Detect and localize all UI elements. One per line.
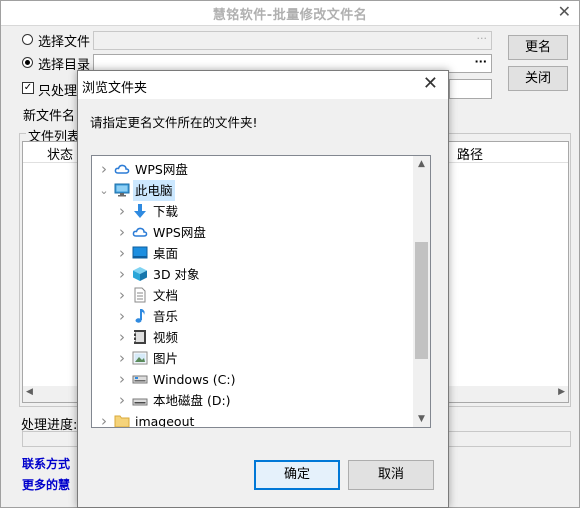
scroll-down-icon[interactable]: ▼ — [413, 414, 430, 424]
chevron-right-icon[interactable]: › — [116, 327, 128, 348]
chevron-right-icon[interactable]: › — [116, 390, 128, 411]
scroll-up-icon[interactable]: ▲ — [413, 159, 430, 169]
tree-item[interactable]: › 下载 — [92, 201, 414, 222]
desktop-icon — [132, 245, 148, 261]
download-icon — [132, 203, 148, 219]
cube-icon — [132, 266, 148, 282]
contact-link[interactable]: 联系方式 — [22, 455, 70, 472]
tree-item-label: 桌面 — [153, 246, 179, 261]
tree-item-label: 本地磁盘 (D:) — [153, 393, 231, 408]
picture-icon — [132, 350, 148, 366]
tree-item-label: WPS网盘 — [135, 162, 188, 177]
select-dir-radio[interactable] — [22, 57, 33, 68]
computer-icon — [114, 182, 130, 198]
rename-button[interactable]: 更名 — [508, 35, 568, 60]
close-button[interactable]: 关闭 — [508, 66, 568, 91]
tree-item[interactable]: › 3D 对象 — [92, 264, 414, 285]
tree-item-label: 图片 — [153, 351, 179, 366]
chevron-down-icon[interactable]: ⌄ — [98, 180, 110, 201]
tree-item[interactable]: › 文档 — [92, 285, 414, 306]
tree-item-label: 文档 — [153, 288, 179, 303]
chevron-right-icon[interactable]: › — [116, 306, 128, 327]
more-software-link[interactable]: 更多的慧 — [22, 476, 70, 493]
cloud-icon — [114, 161, 130, 177]
tree-item-label: WPS网盘 — [153, 225, 206, 240]
chevron-right-icon[interactable]: › — [116, 243, 128, 264]
chevron-right-icon[interactable]: › — [98, 411, 110, 427]
tree-item[interactable]: › 视频 — [92, 327, 414, 348]
drive-c-icon — [132, 371, 148, 387]
tree-item[interactable]: › 桌面 — [92, 243, 414, 264]
chevron-right-icon[interactable]: › — [116, 369, 128, 390]
tree-item[interactable]: › 本地磁盘 (D:) — [92, 390, 414, 411]
file-path-field: ··· — [93, 31, 492, 50]
dialog-prompt: 请指定更名文件所在的文件夹! — [90, 115, 258, 130]
dialog-close-icon[interactable]: ✕ — [423, 73, 438, 94]
video-icon — [132, 329, 148, 345]
column-status[interactable]: 状态 — [47, 144, 73, 163]
tree-item-label: 音乐 — [153, 309, 179, 324]
window-title: 慧铭软件-批量修改文件名 — [212, 8, 368, 23]
tree-item-label: 视频 — [153, 330, 179, 345]
tree-item-label: imageout — [135, 414, 195, 428]
tree-item-label: Windows (C:) — [153, 372, 236, 387]
browse-folder-dialog: 浏览文件夹 ✕ 请指定更名文件所在的文件夹! › WPS网盘 ⌄ 此电脑 › 下载 › WPS… — [77, 70, 449, 508]
tree-item[interactable]: › WPS网盘 — [92, 159, 414, 180]
tree-item[interactable]: › WPS网盘 — [92, 222, 414, 243]
tree-vertical-scrollbar[interactable]: ▲ ▼ — [413, 156, 430, 427]
tree-item[interactable]: › imageout — [92, 411, 414, 428]
scroll-left-icon[interactable]: ◀ — [26, 387, 33, 397]
tree-item-label: 下载 — [153, 204, 179, 219]
select-file-radio[interactable] — [22, 34, 33, 45]
tree-item[interactable]: › 音乐 — [92, 306, 414, 327]
dialog-title: 浏览文件夹 — [82, 81, 148, 96]
chevron-right-icon[interactable]: › — [116, 222, 128, 243]
column-path[interactable]: 路径 — [457, 144, 483, 163]
title-bar: 慧铭软件-批量修改文件名 ✕ — [1, 1, 579, 26]
chevron-right-icon[interactable]: › — [116, 348, 128, 369]
select-file-label: 选择文件 — [38, 35, 91, 50]
ok-button[interactable]: 确定 — [254, 460, 340, 490]
tree-item[interactable]: › 图片 — [92, 348, 414, 369]
tree-item-label: 此电脑 — [133, 180, 175, 201]
chevron-right-icon[interactable]: › — [116, 264, 128, 285]
tree-item-label: 3D 对象 — [153, 267, 200, 282]
cloud-icon — [132, 224, 148, 240]
dialog-title-bar: 浏览文件夹 ✕ — [78, 71, 448, 99]
scroll-thumb[interactable] — [415, 242, 428, 359]
chevron-right-icon[interactable]: › — [98, 159, 110, 180]
folder-icon — [114, 413, 130, 427]
tree-item[interactable]: ⌄ 此电脑 — [92, 180, 414, 201]
new-name-label: 新文件名 — [23, 109, 76, 124]
music-icon — [132, 308, 148, 324]
browse-file-button: ··· — [476, 32, 488, 45]
document-icon — [132, 287, 148, 303]
folder-tree[interactable]: › WPS网盘 ⌄ 此电脑 › 下载 › WPS网盘 › 桌面 › 3D 对象 › 文档 › 音乐 › 视频 › 图片… — [91, 155, 431, 428]
only-process-label: 只处理 — [38, 84, 78, 99]
chevron-right-icon[interactable]: › — [116, 285, 128, 306]
chevron-right-icon[interactable]: › — [116, 201, 128, 222]
drive-icon — [132, 392, 148, 408]
only-process-field[interactable] — [449, 79, 492, 99]
scroll-right-icon[interactable]: ▶ — [558, 387, 565, 397]
browse-dir-button[interactable]: ··· — [474, 55, 487, 68]
only-process-checkbox[interactable]: ✓ — [22, 82, 34, 94]
close-icon[interactable]: ✕ — [558, 2, 571, 21]
cancel-button[interactable]: 取消 — [348, 460, 434, 490]
tree-item[interactable]: › Windows (C:) — [92, 369, 414, 390]
